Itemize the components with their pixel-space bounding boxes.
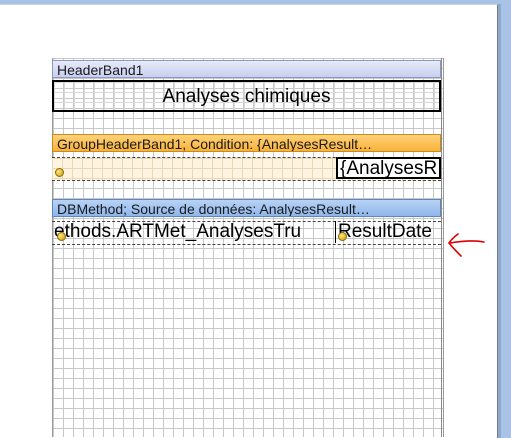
method-field-textbox[interactable]: ethods.ARTMet_AnalysesTru bbox=[52, 221, 336, 243]
bookmark-marker-icon bbox=[338, 232, 347, 241]
data-band-title[interactable]: DBMethod; Source de données: AnalysesRes… bbox=[52, 199, 441, 217]
bookmark-marker-icon bbox=[55, 168, 64, 177]
result-date-textbox[interactable]: ResultDate bbox=[336, 221, 441, 243]
header-band-title[interactable]: HeaderBand1 bbox=[52, 60, 441, 78]
report-title-textbox[interactable]: Analyses chimiques bbox=[52, 80, 441, 112]
red-arrow-icon bbox=[448, 233, 485, 257]
design-grid bbox=[52, 58, 444, 437]
group-header-band-title[interactable]: GroupHeaderBand1; Condition: {AnalysesRe… bbox=[52, 134, 441, 152]
page-margin-line bbox=[441, 58, 442, 437]
group-field-textbox[interactable]: {AnalysesR bbox=[336, 157, 441, 179]
bookmark-marker-icon bbox=[57, 232, 66, 241]
